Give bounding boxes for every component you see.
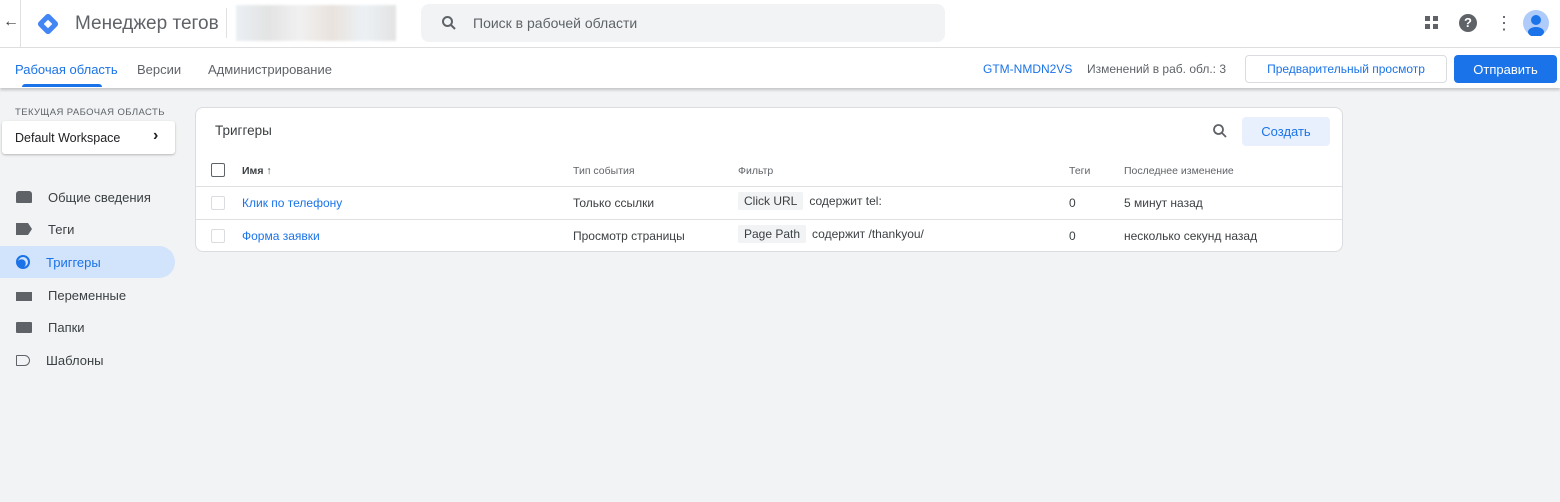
filter: Click URL содержит tel:	[738, 192, 882, 210]
search-placeholder: Поиск в рабочей области	[473, 15, 638, 31]
row-checkbox[interactable]	[211, 229, 225, 243]
trigger-icon	[16, 255, 30, 269]
help-icon[interactable]: ?	[1459, 14, 1477, 32]
top-bar: ← Менеджер тегов Поиск в рабочей области…	[0, 0, 1560, 48]
search-icon	[442, 16, 456, 30]
divider	[20, 0, 21, 48]
sort-arrow-up-icon: ↑	[266, 165, 272, 177]
sidebar-item-label: Теги	[48, 221, 75, 237]
card-title: Триггеры	[215, 123, 272, 138]
chevron-right-icon: ›	[153, 127, 159, 144]
filter-condition: содержит /thankyou/	[812, 227, 924, 241]
sidebar-item-label: Общие сведения	[48, 189, 151, 205]
variables-icon	[16, 292, 32, 301]
sidebar-item-variables[interactable]: Переменные	[0, 279, 175, 311]
apps-icon[interactable]	[1425, 16, 1439, 30]
tab-workspace[interactable]: Рабочая область	[15, 62, 118, 77]
column-header-tags: Теги	[1069, 165, 1091, 177]
tag-count: 0	[1069, 229, 1076, 243]
create-button[interactable]: Создать	[1242, 117, 1330, 146]
filter-variable-chip: Page Path	[738, 225, 807, 243]
sidebar-item-overview[interactable]: Общие сведения	[0, 181, 175, 213]
sidebar-item-folders[interactable]: Папки	[0, 311, 175, 343]
last-modified: несколько секунд назад	[1124, 229, 1258, 243]
filter-condition: содержит tel:	[809, 194, 882, 208]
tab-bar: Рабочая область Версии Администрирование…	[0, 48, 1560, 88]
trigger-name-link[interactable]: Форма заявки	[242, 229, 320, 243]
folder-icon	[16, 321, 32, 333]
sidebar-item-label: Шаблоны	[46, 352, 104, 368]
gtm-logo-icon	[37, 13, 59, 35]
column-header-type: Тип события	[573, 165, 635, 177]
tag-count: 0	[1069, 196, 1076, 210]
table-row: Форма заявки Просмотр страницы Page Path…	[196, 219, 1342, 252]
more-vert-icon[interactable]: ⋮	[1495, 12, 1513, 34]
sidebar-item-label: Папки	[48, 319, 85, 335]
column-header-name[interactable]: Имя ↑	[242, 165, 272, 177]
active-tab-indicator	[22, 84, 102, 87]
container-id[interactable]: GTM-NMDN2VS	[983, 62, 1072, 76]
preview-button[interactable]: Предварительный просмотр	[1245, 55, 1447, 83]
overview-icon	[16, 191, 32, 203]
event-type: Только ссылки	[573, 196, 655, 210]
last-modified: 5 минут назад	[1124, 196, 1203, 210]
filter: Page Path содержит /thankyou/	[738, 225, 924, 243]
column-header-filter: Фильтр	[738, 165, 774, 177]
workspace-label: ТЕКУЩАЯ РАБОЧАЯ ОБЛАСТЬ	[15, 107, 165, 118]
divider	[226, 8, 227, 38]
tab-versions[interactable]: Версии	[137, 62, 181, 77]
tab-admin[interactable]: Администрирование	[208, 62, 332, 77]
column-header-label: Имя	[242, 165, 264, 177]
account-selector[interactable]	[236, 5, 396, 41]
sidebar-item-label: Переменные	[48, 287, 127, 303]
column-header-modified: Последнее изменение	[1124, 165, 1234, 177]
search-box[interactable]: Поиск в рабочей области	[421, 4, 945, 42]
template-icon	[16, 354, 30, 366]
filter-variable-chip: Click URL	[738, 192, 804, 210]
workspace-name: Default Workspace	[15, 131, 121, 145]
workspace-changes: Изменений в раб. обл.: 3	[1087, 62, 1227, 76]
workspace-selector[interactable]: Default Workspace ›	[2, 121, 175, 154]
search-icon[interactable]	[1212, 123, 1228, 139]
triggers-card: Триггеры Создать Имя ↑ Тип события Фильт…	[195, 107, 1343, 252]
sidebar-item-tags[interactable]: Теги	[0, 213, 175, 245]
back-arrow-icon[interactable]: ←	[3, 13, 19, 31]
submit-button[interactable]: Отправить	[1454, 55, 1557, 83]
tag-icon	[16, 223, 32, 235]
app-title: Менеджер тегов	[75, 13, 219, 34]
select-all-checkbox[interactable]	[211, 163, 225, 177]
row-checkbox[interactable]	[211, 196, 225, 210]
sidebar-item-label: Триггеры	[46, 254, 101, 270]
trigger-name-link[interactable]: Клик по телефону	[242, 196, 342, 210]
table-row: Клик по телефону Только ссылки Click URL…	[196, 186, 1342, 219]
sidebar-item-triggers[interactable]: Триггеры	[0, 246, 175, 278]
event-type: Просмотр страницы	[573, 229, 685, 243]
sidebar-item-templates[interactable]: Шаблоны	[0, 344, 175, 376]
avatar[interactable]	[1523, 10, 1549, 36]
